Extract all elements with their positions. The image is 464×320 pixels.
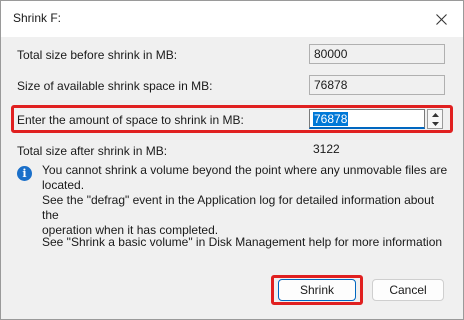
help-message: See "Shrink a basic volume" in Disk Mana… [42,235,443,249]
shrink-amount-spinner [427,109,443,129]
size-after-label: Total size after shrink in MB: [17,144,168,158]
dialog-title: Shrink F: [13,11,62,25]
shrink-dialog: Shrink F: Total size before shrink in MB… [0,0,464,320]
row-available-space: Size of available shrink space in MB: 76… [1,74,463,98]
shrink-button[interactable]: Shrink [278,279,356,301]
info-icon: i [17,166,32,181]
spin-up-button[interactable] [428,110,442,119]
close-icon [435,13,447,25]
row-size-before: Total size before shrink in MB: 80000 [1,43,463,67]
row-size-after: Total size after shrink in MB: 3122 [1,139,463,163]
available-space-label: Size of available shrink space in MB: [17,79,213,93]
available-space-value: 76878 [309,75,445,95]
spin-down-button[interactable] [428,119,442,128]
size-before-value: 80000 [309,44,445,64]
size-before-label: Total size before shrink in MB: [17,48,178,62]
shrink-amount-value: 76878 [313,112,349,126]
shrink-amount-input[interactable]: 76878 [309,109,425,129]
size-after-value: 3122 [313,142,340,156]
cancel-button[interactable]: Cancel [372,279,444,301]
shrink-amount-label: Enter the amount of space to shrink in M… [17,113,244,127]
info-message: You cannot shrink a volume beyond the po… [42,163,448,237]
chevron-down-icon [431,121,439,126]
close-button[interactable] [431,9,451,29]
chevron-up-icon [431,112,439,117]
title-bar: Shrink F: [1,1,463,37]
